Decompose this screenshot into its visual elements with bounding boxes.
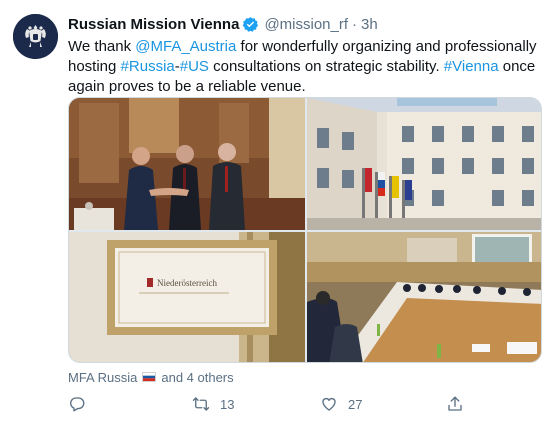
hashtag-us[interactable]: #US [180,58,209,75]
hashtag-russia[interactable]: #Russia [121,58,175,75]
like-count: 27 [348,396,363,412]
verified-badge-icon [242,16,259,33]
tagged-user-first[interactable]: MFA Russia [68,370,137,385]
display-name[interactable]: Russian Mission Vienna [68,16,239,33]
reply-icon [70,397,85,412]
mention-mfa-austria[interactable]: @MFA_Austria [135,38,236,55]
avatar[interactable] [13,14,58,59]
tweet-text-segment: consultations on strategic stability. [208,58,444,75]
russia-flag-icon [142,372,157,382]
tweet-header: Russian Mission Vienna @mission_rf · 3h [68,14,378,34]
share-icon [448,396,462,411]
retweet-icon [192,397,210,411]
share-button[interactable] [446,393,474,415]
tweet-actions: 13 27 [0,393,554,417]
retweet-count: 13 [220,396,235,412]
tweet-card[interactable]: Russian Mission Vienna @mission_rf · 3h … [0,0,554,427]
hashtag-vienna[interactable]: #Vienna [444,58,499,75]
reply-button[interactable] [68,393,96,415]
photo-grid: Niederösterreich [68,97,542,363]
conference-table-photo[interactable] [307,232,541,362]
separator-dot: · [352,15,358,33]
tagged-users[interactable]: MFA Russia and 4 others [68,368,234,386]
palace-courtyard-photo[interactable] [307,98,541,230]
timestamp[interactable]: 3h [361,16,378,33]
tweet-text-segment: We thank [68,38,136,55]
tweet-text: We thank @MFA_Austria for wonderfully or… [68,37,548,97]
like-button[interactable]: 27 [320,393,362,415]
user-handle[interactable]: @mission_rf [264,16,348,33]
coat-of-arms-icon [13,14,58,59]
retweet-button[interactable]: 13 [192,393,234,415]
tagged-others[interactable]: and 4 others [161,370,233,385]
nameplate-photo[interactable]: Niederösterreich [69,232,305,362]
handshake-photo[interactable] [69,98,305,230]
nameplate-sign-text: Niederösterreich [157,278,217,288]
heart-icon [322,397,336,411]
